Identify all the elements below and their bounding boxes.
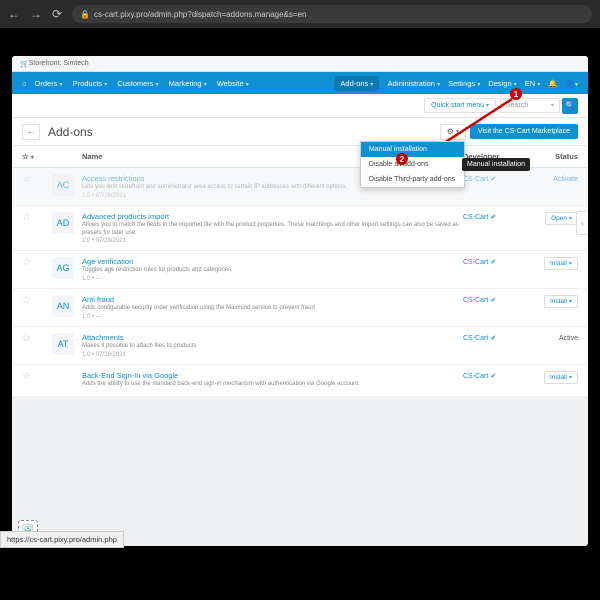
developer-link[interactable]: CS-Cart bbox=[463, 259, 488, 266]
developer-link[interactable]: CS-Cart bbox=[463, 176, 488, 183]
addon-avatar: AT bbox=[52, 333, 74, 355]
storefront-bar[interactable]: 🛒 Storefront: Simtech bbox=[12, 56, 588, 72]
addon-row: ☆ Back-End Sign-In via Google Adds the a… bbox=[12, 365, 588, 397]
addon-avatar: AD bbox=[52, 212, 74, 234]
addon-name-link[interactable]: Back-End Sign-In via Google bbox=[82, 371, 463, 380]
nav-fwd-icon[interactable]: → bbox=[30, 7, 42, 21]
star-icon[interactable]: ☆ bbox=[22, 333, 31, 344]
gear-dropdown: Manual installation Disable all add-ons … bbox=[360, 141, 465, 188]
back-button[interactable]: ← bbox=[22, 124, 40, 140]
addon-version: 1.0 • 07/28/2021 bbox=[82, 352, 463, 358]
addon-version: 1.0 • — bbox=[82, 276, 463, 282]
status-button[interactable]: Install ▾ bbox=[544, 257, 578, 270]
developer-link[interactable]: CS-Cart bbox=[463, 373, 488, 380]
menu-manual-installation[interactable]: Manual installation bbox=[361, 142, 464, 157]
addon-version: 1.0 • 07/28/2021 bbox=[82, 238, 463, 244]
addon-avatar: AN bbox=[52, 295, 74, 317]
addon-name-link[interactable]: Advanced products import bbox=[82, 212, 463, 221]
status-text: Active bbox=[559, 335, 578, 342]
verified-icon: ✔ bbox=[491, 176, 497, 183]
status-button[interactable]: Open ▾ bbox=[545, 212, 578, 225]
search-button[interactable]: 🔍 bbox=[562, 98, 578, 114]
addon-description: Allows you to match the fields in the im… bbox=[82, 222, 463, 238]
addon-row: ☆ AN Anti fraud Adds configurable securi… bbox=[12, 289, 588, 327]
addon-description: Makes it possible to attach files to pro… bbox=[82, 343, 463, 351]
status-link[interactable]: Activate bbox=[553, 176, 578, 183]
nav-addons[interactable]: Add-ons ▾ bbox=[334, 76, 379, 91]
url-text: cs-cart.pixy.pro/admin.php?dispatch=addo… bbox=[94, 10, 306, 19]
browser-status-bar: https://cs-cart.pixy.pro/admin.php bbox=[0, 531, 124, 548]
addon-name-link[interactable]: Age verification bbox=[82, 257, 463, 266]
star-icon[interactable]: ☆ bbox=[22, 295, 31, 306]
nav-back-icon[interactable]: ← bbox=[8, 7, 20, 21]
developer-link[interactable]: CS-Cart bbox=[463, 214, 488, 221]
cart-icon: 🛒 bbox=[20, 60, 29, 68]
star-header-icon[interactable]: ☆ ▾ bbox=[22, 152, 34, 161]
nav-administration[interactable]: Administration ▾ bbox=[387, 79, 440, 88]
menu-disable-third-party[interactable]: Disable Third-party add-ons bbox=[361, 172, 464, 187]
addon-row: ☆ AD Advanced products import Allows you… bbox=[12, 206, 588, 252]
nav-products[interactable]: Products ▾ bbox=[73, 79, 108, 88]
nav-orders[interactable]: Orders ▾ bbox=[35, 79, 63, 88]
nav-reload-icon[interactable]: ⟳ bbox=[52, 7, 62, 21]
callout-1: 1 bbox=[510, 88, 522, 100]
lock-icon: 🔒 bbox=[80, 10, 90, 19]
tooltip-manual-install: Manual installation bbox=[462, 158, 530, 171]
browser-toolbar: ← → ⟳ 🔒 cs-cart.pixy.pro/admin.php?dispa… bbox=[0, 0, 600, 28]
callout-2: 2 bbox=[396, 153, 408, 165]
nav-customers[interactable]: Customers ▾ bbox=[117, 79, 158, 88]
notifications-icon[interactable]: 🔔 bbox=[548, 79, 557, 88]
addon-version: 1.0 • 07/28/2021 bbox=[82, 193, 463, 199]
nav-marketing[interactable]: Marketing ▾ bbox=[169, 79, 207, 88]
developer-link[interactable]: CS-Cart bbox=[463, 297, 488, 304]
addon-description: Adds the ability to use the standard bac… bbox=[82, 381, 463, 389]
addon-description: Toggles age restriction rules for produc… bbox=[82, 267, 463, 275]
verified-icon: ✔ bbox=[491, 373, 497, 380]
top-nav: ⌂ Orders ▾ Products ▾ Customers ▾ Market… bbox=[12, 72, 588, 94]
addon-avatar: AG bbox=[52, 257, 74, 279]
star-icon[interactable]: ☆ bbox=[22, 371, 31, 382]
verified-icon: ✔ bbox=[491, 297, 497, 304]
nav-lang[interactable]: EN ▾ bbox=[525, 79, 541, 88]
addon-row: ☆ AC Access restrictions Lets you limit … bbox=[12, 168, 588, 206]
page-frame: 🛒 Storefront: Simtech ⌂ Orders ▾ Product… bbox=[12, 56, 588, 546]
addon-row: ☆ AG Age verification Toggles age restri… bbox=[12, 251, 588, 289]
developer-link[interactable]: CS-Cart bbox=[463, 335, 488, 342]
nav-settings[interactable]: Settings ▾ bbox=[448, 79, 480, 88]
menu-disable-all[interactable]: Disable all add-ons bbox=[361, 157, 464, 172]
home-icon[interactable]: ⌂ bbox=[22, 79, 27, 88]
star-icon[interactable]: ☆ bbox=[22, 257, 31, 268]
verified-icon: ✔ bbox=[491, 335, 497, 342]
nav-design[interactable]: Design ▾ bbox=[488, 79, 516, 88]
user-icon[interactable]: 👤▾ bbox=[566, 79, 578, 88]
star-icon[interactable]: ☆ bbox=[22, 212, 31, 223]
addon-description: Adds configurable security order verific… bbox=[82, 305, 463, 313]
side-handle[interactable]: ‹ bbox=[576, 211, 588, 235]
addon-row: ☆ AT Attachments Makes it possible to at… bbox=[12, 327, 588, 365]
url-bar[interactable]: 🔒 cs-cart.pixy.pro/admin.php?dispatch=ad… bbox=[72, 5, 592, 23]
page-title: Add-ons bbox=[48, 125, 93, 139]
verified-icon: ✔ bbox=[491, 259, 497, 266]
addon-version: 1.0 • — bbox=[82, 314, 463, 320]
status-button[interactable]: Install ▾ bbox=[544, 295, 578, 308]
addon-avatar: AC bbox=[52, 174, 74, 196]
status-button[interactable]: Install ▾ bbox=[544, 371, 578, 384]
addon-name-link[interactable]: Attachments bbox=[82, 333, 463, 342]
star-icon[interactable]: ☆ bbox=[22, 174, 31, 185]
nav-website[interactable]: Website ▾ bbox=[217, 79, 249, 88]
verified-icon: ✔ bbox=[491, 214, 497, 221]
addon-name-link[interactable]: Anti fraud bbox=[82, 295, 463, 304]
